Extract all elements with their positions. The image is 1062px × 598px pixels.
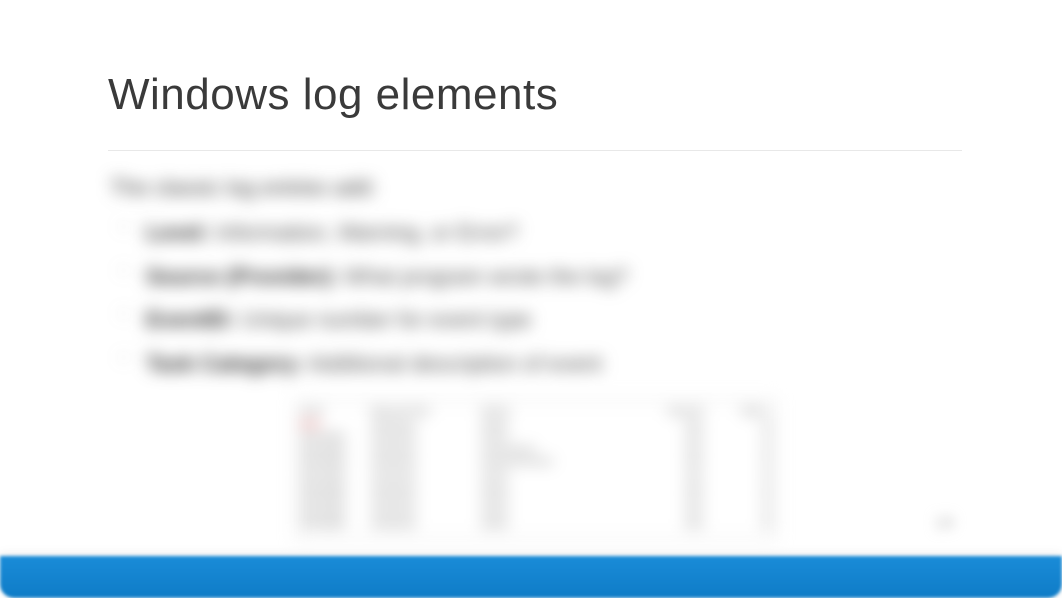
td: xxxxxx [481, 493, 631, 506]
th: Source [481, 405, 631, 418]
td: xxxx [631, 455, 711, 468]
list-item: Source (Provider): What program wrote th… [146, 258, 962, 295]
bullet-term: Task Category: [146, 351, 303, 376]
lead-text: The classic log entries add: [110, 169, 962, 206]
page-number: 19 [934, 513, 954, 534]
td: xx [711, 443, 771, 456]
td: Information [301, 443, 371, 456]
td: xxxxxx [481, 468, 631, 481]
th: Event ID [631, 405, 711, 418]
th: Date and Time [371, 405, 481, 418]
td: xxxxxxxxxxxxxxxx [481, 455, 631, 468]
title-divider [108, 150, 962, 151]
td: xxxx [631, 481, 711, 494]
td: xx [711, 468, 771, 481]
table-row: Information xxxxxxxxxx xxxxxxxxxxxx xxxx… [301, 443, 771, 456]
td: xxxx [631, 443, 711, 456]
td: xxxxxxxxxx [371, 506, 481, 519]
bullet-term: EventID: [146, 307, 235, 332]
td: xxxx [631, 418, 711, 431]
list-item: Level: Information, Warning, or Error? [146, 214, 962, 251]
table-row: Level Date and Time Source Event ID Task… [301, 405, 771, 418]
td: xxxx [631, 468, 711, 481]
slide-title: Windows log elements [108, 70, 962, 120]
td: xx [711, 493, 771, 506]
td: xxxxxx [481, 481, 631, 494]
table-row: Information xxxxxxxxxx xxxxxx xxxx xx [301, 481, 771, 494]
td: xxxx [631, 430, 711, 443]
th: Task C. [711, 405, 771, 418]
td: xxxxxxxxxx [371, 518, 481, 531]
td: xxxxxxxxxx [371, 455, 481, 468]
td: xxxxxxxxxxxx [481, 443, 631, 456]
bullet-desc: Additional description of event [303, 351, 601, 376]
td: xxxxxx [481, 430, 631, 443]
td: Information [301, 430, 371, 443]
bullet-desc: Information, Warning, or Error? [210, 220, 519, 245]
td: xxxxxxxxxx [371, 493, 481, 506]
td: xxxxxxxxxx [371, 430, 481, 443]
list-item: Task Category: Additional description of… [146, 345, 962, 382]
bullet-term: Level: [146, 220, 210, 245]
td: xx [711, 455, 771, 468]
table-row: Information xxxxxxxxxx xxxxxx xxxx xx [301, 506, 771, 519]
table-row: Information xxxxxxxxxx xxxxxx xxxx xx [301, 430, 771, 443]
td: xxxxxx [481, 518, 631, 531]
footer-bar [0, 556, 1062, 598]
td: xx [711, 518, 771, 531]
td: Information [301, 468, 371, 481]
td: xxxx [631, 493, 711, 506]
td: xxxxxx [481, 418, 631, 431]
td: xxxxxxxxxx [371, 481, 481, 494]
td: xx [711, 418, 771, 431]
table-row: Information xxxxxxxxxx xxxxxx xxxx xx [301, 468, 771, 481]
table-row: Error xxxxxxxxxx xxxxxx xxxx xx [301, 418, 771, 431]
td: xxxx [631, 506, 711, 519]
td: Information [301, 518, 371, 531]
table-row: Information xxxxxxxxxx xxxxxxxxxxxxxxxx … [301, 455, 771, 468]
td: xx [711, 481, 771, 494]
td: Information [301, 493, 371, 506]
td: xxxxxxxxxx [371, 468, 481, 481]
td: Information [301, 506, 371, 519]
table-row: Information xxxxxxxxxx xxxxxx xxxx xx [301, 518, 771, 531]
td: Error [301, 418, 371, 431]
slide: Windows log elements The classic log ent… [0, 0, 1062, 598]
list-item: EventID: Unique number for event type [146, 301, 962, 338]
bullet-desc: What program wrote the log? [338, 264, 628, 289]
td: xxxx [631, 518, 711, 531]
event-log-table: Level Date and Time Source Event ID Task… [296, 400, 776, 540]
bullet-term: Source (Provider): [146, 264, 338, 289]
bullet-list: Level: Information, Warning, or Error? S… [110, 214, 962, 382]
td: Information [301, 481, 371, 494]
blurred-body: The classic log entries add: Level: Info… [108, 169, 962, 540]
td: xxxxxxxxxx [371, 418, 481, 431]
bullet-desc: Unique number for event type [235, 307, 531, 332]
td: xx [711, 506, 771, 519]
th: Level [301, 405, 371, 418]
td: xx [711, 430, 771, 443]
td: xxxxxx [481, 506, 631, 519]
td: Information [301, 455, 371, 468]
td: xxxxxxxxxx [371, 443, 481, 456]
table-row: Information xxxxxxxxxx xxxxxx xxxx xx [301, 493, 771, 506]
